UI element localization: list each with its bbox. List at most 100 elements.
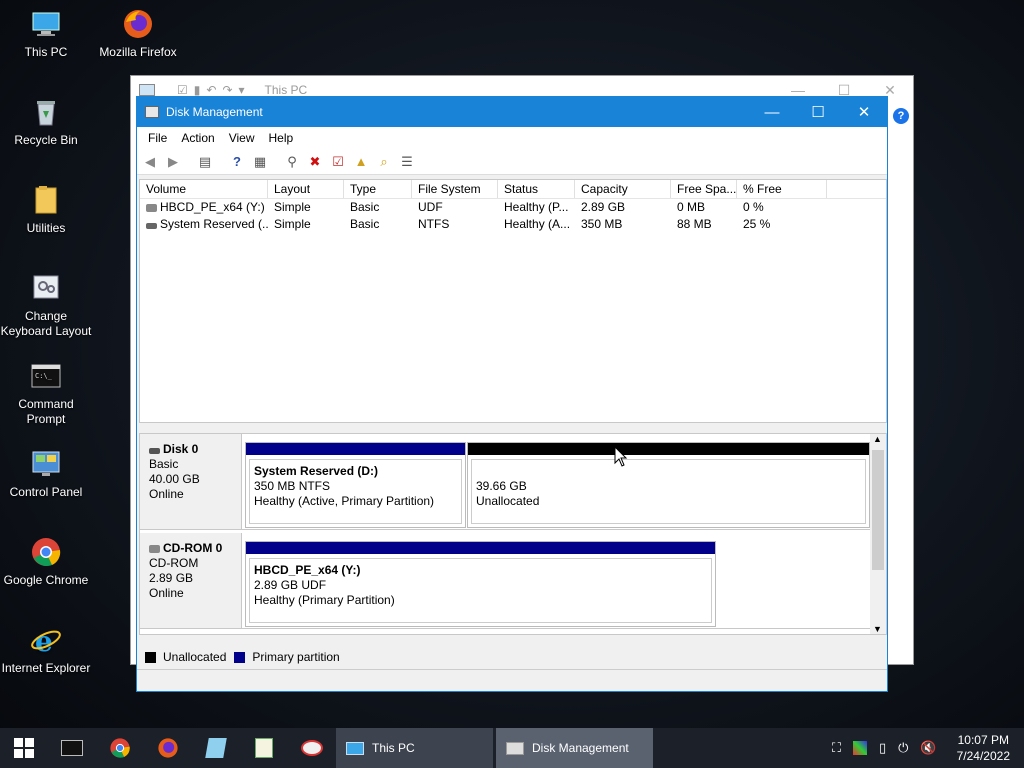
internet-explorer-icon: e <box>31 625 61 656</box>
taskbar-editor[interactable] <box>240 728 288 768</box>
volume-fs: UDF <box>418 200 443 214</box>
start-button[interactable] <box>0 728 48 768</box>
column-free-space[interactable]: Free Spa... <box>671 180 737 198</box>
chrome-icon <box>32 538 61 567</box>
explorer-title: This PC <box>264 83 308 97</box>
volume-type: Basic <box>350 200 380 214</box>
redo-icon[interactable]: ↷ <box>222 83 232 97</box>
column-file-system[interactable]: File System <box>412 180 498 198</box>
windows-logo-icon <box>14 738 34 758</box>
desktop-icon-chrome[interactable]: Google Chrome <box>0 536 92 588</box>
volume-capacity: 2.89 GB <box>581 200 626 214</box>
taskbar-paint[interactable] <box>288 728 336 768</box>
disk-map-pane[interactable]: Disk 0 Basic 40.00 GB Online System Rese… <box>139 433 887 635</box>
column-volume[interactable]: Volume <box>140 180 268 198</box>
taskbar-command-prompt[interactable] <box>48 728 96 768</box>
desktop-icon-utilities[interactable]: Utilities <box>0 184 92 236</box>
computer-icon <box>32 12 60 36</box>
desktop-icon-label: Utilities <box>26 221 66 235</box>
desktop-icon-internet-explorer[interactable]: e Internet Explorer <box>0 624 92 676</box>
properties-pane-icon[interactable]: ▦ <box>251 153 269 171</box>
desktop-icon-label: Recycle Bin <box>14 133 78 147</box>
disk-0-label[interactable]: Disk 0 Basic 40.00 GB Online <box>140 434 242 529</box>
table-row[interactable]: HBCD_PE_x64 (Y:) Simple Basic UDF Health… <box>140 199 886 216</box>
taskbar-notepad[interactable] <box>192 728 240 768</box>
column-capacity[interactable]: Capacity <box>575 180 671 198</box>
help-book-icon[interactable]: ? <box>228 153 246 171</box>
scroll-down-icon[interactable]: ▼ <box>873 624 882 634</box>
forward-arrow-icon[interactable]: ▶ <box>164 153 182 171</box>
menu-file[interactable]: File <box>141 131 174 145</box>
column-type[interactable]: Type <box>344 180 412 198</box>
column-layout[interactable]: Layout <box>268 180 344 198</box>
desktop-icon-this-pc[interactable]: This PC <box>0 8 92 60</box>
taskbar: This PC Disk Management ⛶ ▯ ⏻ 🔇 10:07 PM… <box>0 728 1024 768</box>
disk-management-window[interactable]: Disk Management — ☐ ✕ File Action View H… <box>136 96 888 692</box>
network-icon[interactable]: ⛶ <box>826 740 847 756</box>
primary-swatch <box>234 651 246 663</box>
scrollbar-thumb[interactable] <box>872 450 884 570</box>
taskbar-chrome[interactable] <box>96 728 144 768</box>
table-row[interactable]: System Reserved (... Simple Basic NTFS H… <box>140 216 886 233</box>
recycle-bin-icon <box>37 101 55 126</box>
new-folder-icon[interactable]: ▮ <box>194 83 201 97</box>
desktop-icon-recycle-bin[interactable]: Recycle Bin <box>0 96 92 148</box>
disk-drive-icon <box>146 223 157 229</box>
desktop-icon-command-prompt[interactable]: C:\_ Command Prompt <box>0 360 92 427</box>
usb-drive-icon[interactable]: ▯ <box>873 740 892 756</box>
partition-size: 2.89 GB UDF <box>254 578 327 592</box>
volume-list[interactable]: Volume Layout Type File System Status Ca… <box>139 179 887 423</box>
primary-partition-bar <box>246 542 715 554</box>
connect-drive-icon[interactable]: ⚲ <box>283 153 301 171</box>
mouse-cursor-icon <box>614 446 628 467</box>
column-status[interactable]: Status <box>498 180 575 198</box>
list-view-icon[interactable]: ☰ <box>398 153 416 171</box>
desktop-icon-firefox[interactable]: Mozilla Firefox <box>92 8 184 60</box>
clock[interactable]: 10:07 PM 7/24/2022 <box>943 732 1024 764</box>
taskbar-firefox[interactable] <box>144 728 192 768</box>
maximize-button[interactable]: ☐ <box>795 97 841 127</box>
scroll-up-icon[interactable]: ▲ <box>873 434 882 444</box>
task-this-pc[interactable]: This PC <box>336 728 493 768</box>
desktop-icon-keyboard-layout[interactable]: Change Keyboard Layout <box>0 272 92 339</box>
menu-action[interactable]: Action <box>174 131 221 145</box>
partition-status: Healthy (Primary Partition) <box>254 593 395 607</box>
power-icon[interactable]: ⏻ <box>892 740 914 756</box>
search-icon[interactable]: ⌕ <box>375 153 393 171</box>
volume-name: HBCD_PE_x64 (Y:) <box>160 200 265 214</box>
color-picker-icon[interactable] <box>852 741 867 755</box>
task-disk-management[interactable]: Disk Management <box>496 728 653 768</box>
partition-status: Healthy (Active, Primary Partition) <box>254 494 435 508</box>
minimize-button[interactable]: — <box>749 97 795 127</box>
desktop-icon-control-panel[interactable]: Control Panel <box>0 448 92 500</box>
chevron-down-icon[interactable]: ▾ <box>239 83 245 97</box>
volume-list-header: Volume Layout Type File System Status Ca… <box>140 180 886 199</box>
menu-bar: File Action View Help <box>137 127 887 149</box>
delete-icon[interactable]: ✖ <box>306 153 324 171</box>
check-icon[interactable]: ☑ <box>329 153 347 171</box>
folder-up-icon[interactable]: ▲ <box>352 153 370 171</box>
partition-hbcd[interactable]: HBCD_PE_x64 (Y:) 2.89 GB UDF Healthy (Pr… <box>245 541 716 627</box>
cdrom-0-label[interactable]: CD-ROM 0 CD-ROM 2.89 GB Online <box>140 533 242 628</box>
partition-system-reserved[interactable]: System Reserved (D:) 350 MB NTFS Healthy… <box>245 442 466 528</box>
close-button[interactable]: ✕ <box>841 97 887 127</box>
task-label: Disk Management <box>532 741 629 755</box>
help-icon[interactable]: ? <box>893 108 909 124</box>
vertical-scrollbar[interactable]: ▲ ▼ <box>870 434 886 634</box>
back-arrow-icon[interactable]: ◀ <box>141 153 159 171</box>
undo-icon[interactable]: ↶ <box>206 83 216 97</box>
show-hide-console-icon[interactable]: ▤ <box>196 153 214 171</box>
partition-unallocated[interactable]: 39.66 GB Unallocated <box>467 442 870 528</box>
edit-document-icon <box>255 738 273 758</box>
column-percent-free[interactable]: % Free <box>737 180 827 198</box>
menu-view[interactable]: View <box>222 131 262 145</box>
volume-pct-free: 0 % <box>743 200 764 214</box>
disk-0-row[interactable]: Disk 0 Basic 40.00 GB Online System Rese… <box>140 434 872 530</box>
primary-partition-bar <box>246 443 465 455</box>
properties-icon[interactable]: ☑ <box>177 83 188 97</box>
cdrom-0-row[interactable]: CD-ROM 0 CD-ROM 2.89 GB Online HBCD_PE_x… <box>140 533 872 629</box>
volume-muted-icon[interactable]: 🔇 <box>914 740 942 756</box>
menu-help[interactable]: Help <box>262 131 301 145</box>
disk-size: 2.89 GB <box>149 571 194 585</box>
cd-drive-icon <box>149 545 160 553</box>
